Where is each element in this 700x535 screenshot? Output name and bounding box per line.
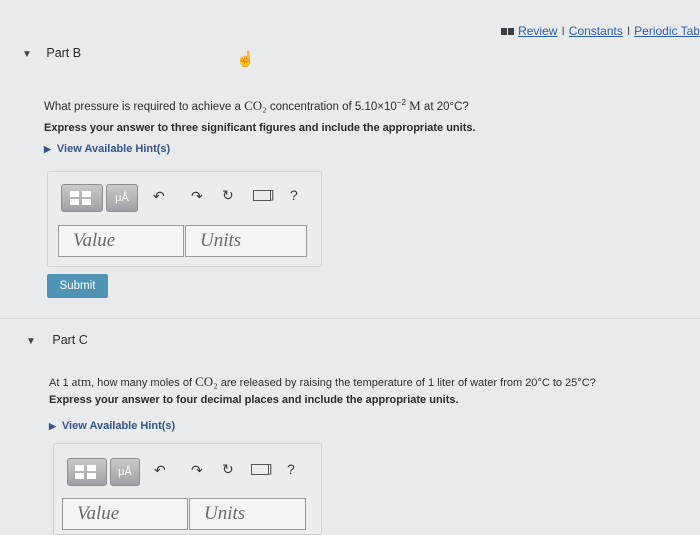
part-b-question: What pressure is required to achieve a C… — [44, 98, 469, 113]
review-icon-2 — [507, 28, 514, 35]
keyboard-icon[interactable]: ] — [253, 189, 274, 201]
collapse-caret-icon: ▼ — [22, 49, 32, 60]
separator: I — [626, 24, 631, 38]
periodic-table-link[interactable]: Periodic Tab — [634, 24, 700, 38]
template-button[interactable] — [61, 184, 103, 212]
units-button[interactable]: μÅ — [110, 458, 140, 486]
hint-label: View Available Hint(s) — [56, 143, 171, 155]
part-c-answer-box: μÅ ↶ ↷ ↻ ] ? Value Units — [53, 443, 322, 535]
part-c-units-input[interactable]: Units — [189, 498, 306, 530]
part-b-value-input[interactable]: Value — [58, 225, 184, 257]
part-b-hint-toggle[interactable]: ▶ View Available Hint(s) — [44, 143, 170, 155]
expand-triangle-icon: ▶ — [49, 421, 56, 431]
top-links: Review I Constants I Periodic Tab — [500, 24, 700, 38]
separator: I — [561, 24, 565, 38]
template-grid-icon — [70, 191, 91, 205]
constants-link[interactable]: Constants — [569, 24, 623, 38]
part-c-header[interactable]: ▼ Part C — [26, 331, 88, 349]
hand-cursor-icon: ☝ — [236, 51, 255, 68]
undo-icon[interactable]: ↶ — [153, 188, 165, 205]
part-c-instruction: Express your answer to four decimal plac… — [49, 394, 459, 406]
units-button[interactable]: μÅ — [106, 184, 138, 212]
section-divider — [0, 318, 700, 319]
template-button[interactable] — [67, 458, 107, 486]
keyboard-icon[interactable]: ] — [251, 463, 272, 475]
part-b-submit-button[interactable]: Submit — [47, 274, 108, 298]
part-b-title: Part B — [46, 46, 82, 60]
collapse-caret-icon: ▼ — [26, 336, 36, 347]
part-b-instruction: Express your answer to three significant… — [44, 122, 476, 134]
part-c-title: Part C — [52, 333, 88, 347]
part-c-hint-toggle[interactable]: ▶ View Available Hint(s) — [49, 420, 175, 432]
undo-icon[interactable]: ↶ — [154, 462, 166, 479]
expand-triangle-icon: ▶ — [44, 144, 51, 154]
redo-icon[interactable]: ↷ — [191, 188, 203, 205]
reset-icon[interactable]: ↻ — [222, 461, 234, 478]
help-icon[interactable]: ? — [287, 461, 295, 477]
template-grid-icon — [75, 465, 96, 479]
reset-icon[interactable]: ↻ — [222, 187, 234, 204]
part-b-units-input[interactable]: Units — [185, 225, 307, 257]
part-c-question: At 1 atm, how many moles of CO₂ are rele… — [49, 374, 596, 389]
part-c-value-input[interactable]: Value — [62, 498, 188, 530]
review-icon — [500, 28, 507, 35]
review-link[interactable]: Review — [518, 24, 557, 38]
redo-icon[interactable]: ↷ — [191, 462, 203, 479]
help-icon[interactable]: ? — [290, 187, 298, 203]
hint-label: View Available Hint(s) — [61, 420, 176, 432]
part-b-header[interactable]: ▼ Part B — [22, 44, 81, 62]
part-b-answer-box: μÅ ↶ ↷ ↻ ] ? Value Units — [47, 171, 322, 267]
